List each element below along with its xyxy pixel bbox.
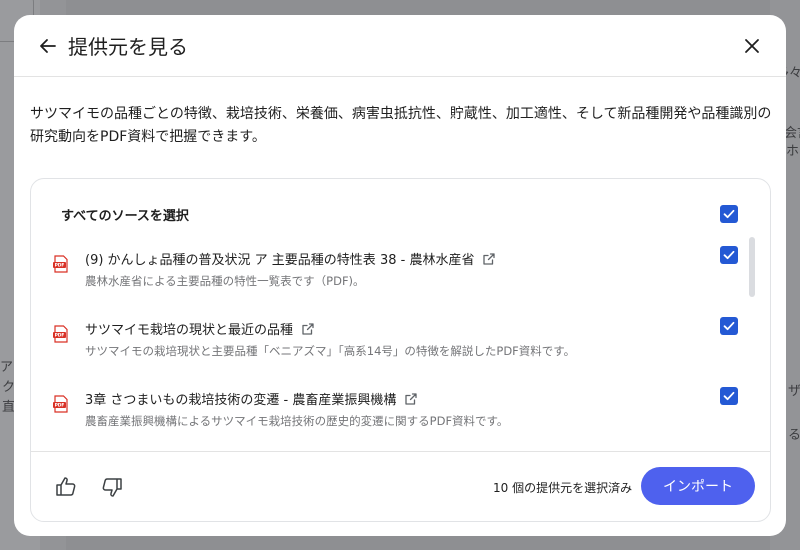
source-description: サツマイモの栽培現状と主要品種「ベニアズマ」「高系14号」の特徴を解説したPDF… — [85, 344, 576, 358]
pdf-icon: PDF — [53, 395, 68, 413]
thumbs-up-icon — [56, 477, 76, 496]
svg-text:PDF: PDF — [55, 263, 65, 269]
pdf-icon: PDF — [53, 255, 68, 273]
back-button[interactable] — [36, 34, 60, 58]
footer-divider — [31, 451, 770, 452]
background-text: る — [788, 428, 800, 443]
source-title[interactable]: サツマイモ栽培の現状と最近の品種 — [85, 319, 315, 338]
svg-text:PDF: PDF — [55, 403, 65, 409]
source-item[interactable]: PDF 3章 さつまいもの栽培技術の変遷 - 農畜産業振興機構 農畜産業振興機構… — [31, 385, 731, 445]
source-description: 農林水産省による主要品種の特性一覧表です（PDF)。 — [85, 274, 365, 288]
dialog-title: 提供元を見る — [68, 35, 188, 59]
view-sources-dialog: 提供元を見る サツマイモの品種ごとの特徴、栽培技術、栄養価、病害虫抵抗性、貯蔵性… — [14, 15, 786, 536]
source-item[interactable]: PDF サツマイモ栽培の現状と最近の品種 サツマイモの栽培現状と主要品種「ベニア… — [31, 315, 731, 375]
external-link-icon[interactable] — [301, 322, 315, 336]
dialog-description: サツマイモの品種ごとの特徴、栽培技術、栄養価、病害虫抵抗性、貯蔵性、加工適性、そ… — [30, 106, 772, 145]
check-icon — [723, 391, 735, 401]
background-text: 会言 — [784, 126, 800, 141]
source-checkbox[interactable] — [720, 387, 738, 405]
selected-count: 10 個の提供元を選択済み — [493, 481, 633, 495]
select-all-checkbox[interactable] — [720, 205, 738, 223]
select-all-label: すべてのソースを選択 — [61, 209, 189, 224]
pdf-icon: PDF — [53, 325, 68, 343]
thumbs-up-button[interactable] — [53, 474, 79, 500]
source-checkbox[interactable] — [720, 246, 738, 264]
scrollbar-thumb[interactable] — [749, 237, 755, 297]
dialog-header: 提供元を見る — [14, 15, 786, 77]
check-icon — [723, 209, 735, 219]
close-button[interactable] — [740, 34, 764, 58]
source-description: 農畜産業振興機構によるサツマイモ栽培技術の歴史的変遷に関するPDF資料です。 — [85, 414, 509, 428]
background-text: ザイ — [788, 384, 800, 399]
arrow-left-icon — [40, 39, 56, 53]
background-text: ア — [0, 360, 14, 375]
thumbs-down-button[interactable] — [99, 474, 125, 500]
sources-panel: すべてのソースを選択 PDF (9) かんしょ品種の普及状況 ア 主要品種の特性… — [30, 178, 771, 522]
check-icon — [723, 321, 735, 331]
source-title-text: サツマイモ栽培の現状と最近の品種 — [85, 323, 294, 338]
check-icon — [723, 250, 735, 260]
source-title-text: (9) かんしょ品種の普及状況 ア 主要品種の特性表 38 - 農林水産省 — [85, 253, 475, 268]
background-text: ホス — [786, 144, 800, 159]
source-title[interactable]: (9) かんしょ品種の普及状況 ア 主要品種の特性表 38 - 農林水産省 — [85, 249, 496, 268]
source-title-text: 3章 さつまいもの栽培技術の変遷 - 農畜産業振興機構 — [85, 393, 397, 408]
source-item[interactable]: PDF (9) かんしょ品種の普及状況 ア 主要品種の特性表 38 - 農林水産… — [31, 245, 731, 305]
source-title[interactable]: 3章 さつまいもの栽培技術の変遷 - 農畜産業振興機構 — [85, 389, 418, 408]
external-link-icon[interactable] — [482, 252, 496, 266]
source-checkbox[interactable] — [720, 317, 738, 335]
thumbs-down-icon — [102, 478, 122, 497]
close-icon — [745, 39, 759, 53]
svg-text:PDF: PDF — [55, 333, 65, 339]
import-button[interactable]: インポート — [641, 467, 755, 505]
external-link-icon[interactable] — [404, 392, 418, 406]
